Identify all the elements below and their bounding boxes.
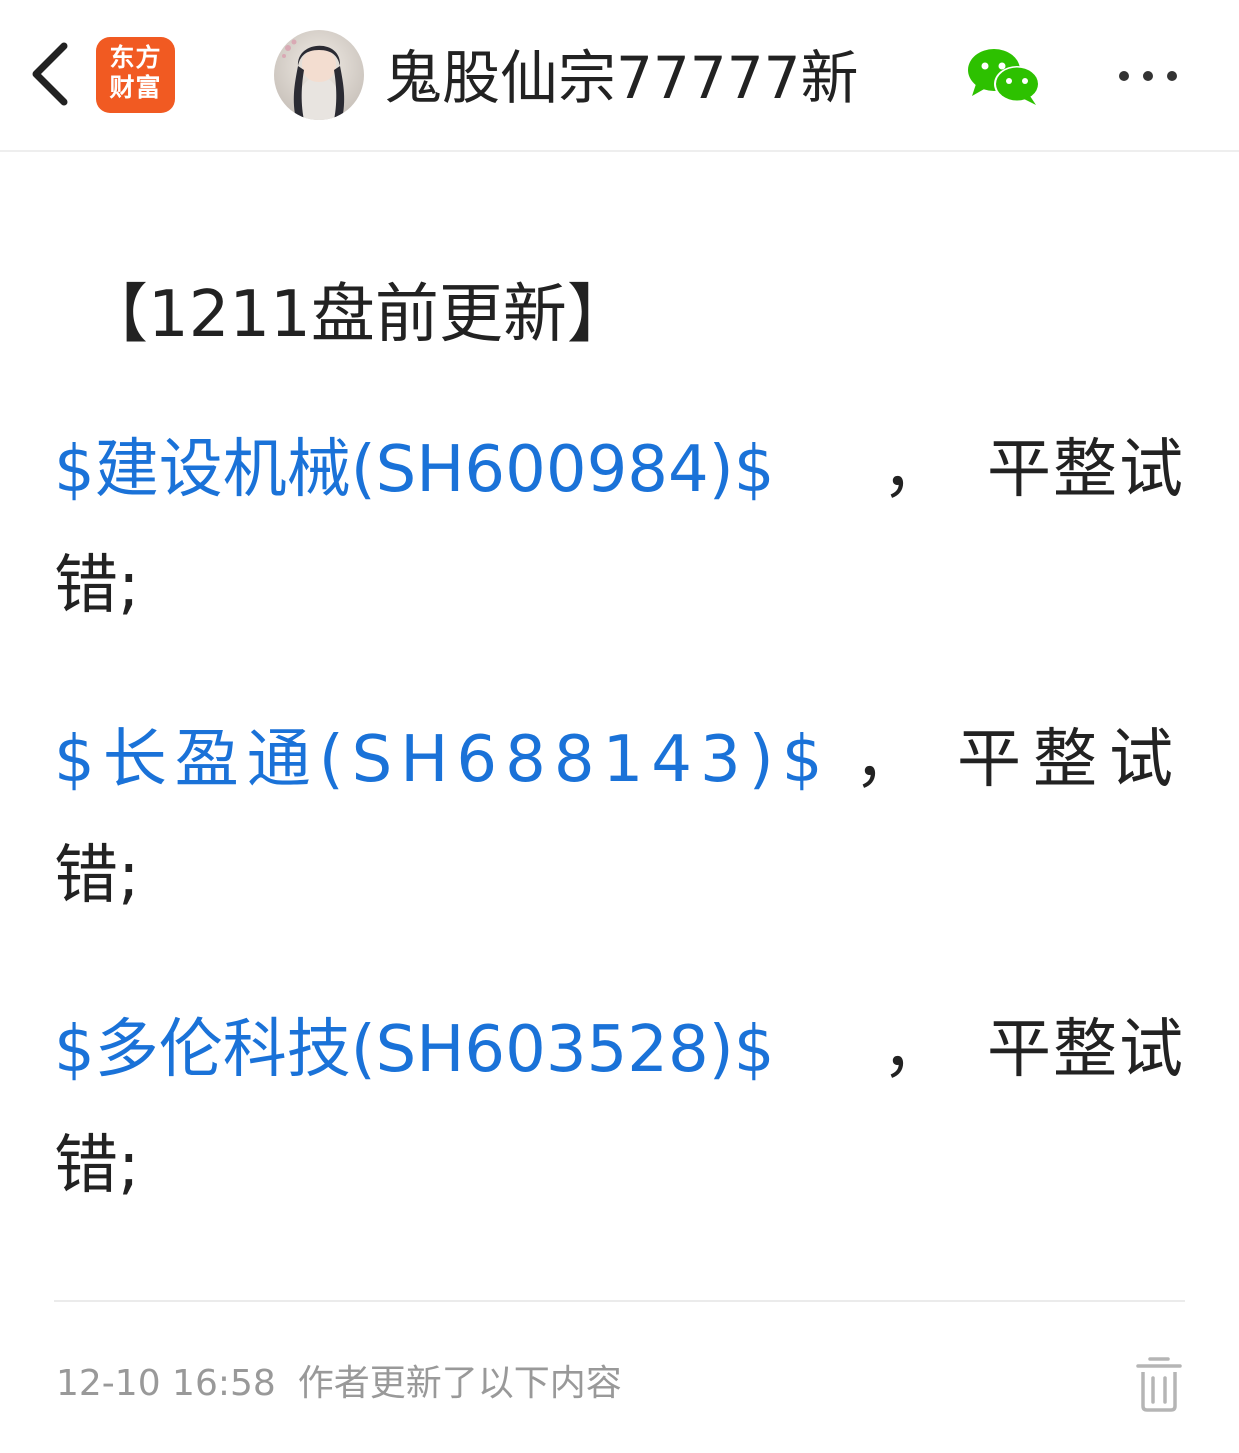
wechat-share-button[interactable]: [964, 44, 1044, 106]
eastmoney-logo: 东方 财富: [96, 37, 175, 113]
logo-line2: 财富: [109, 73, 162, 102]
stock-comment: 平整试: [987, 1013, 1185, 1087]
post-title: 【1211盘前更新】: [84, 278, 631, 352]
divider: [54, 1300, 1185, 1302]
stock-paragraph: $建设机械(SH600984)$ ， 平整试 错;: [54, 410, 1185, 700]
stock-comma: ，: [882, 433, 946, 507]
logo-line1: 东方: [109, 43, 162, 72]
update-timestamp: 12-10 16:58: [56, 1363, 276, 1404]
trash-icon: [1136, 1357, 1182, 1412]
stock-link[interactable]: $建设机械(SH600984)$: [54, 433, 774, 507]
top-navigation-bar: 东方 财富 鬼股仙宗77777新: [0, 0, 1239, 152]
stock-comment: 平整试: [987, 433, 1185, 507]
stock-paragraph: $多伦科技(SH603528)$ ， 平整试 错;: [54, 990, 1185, 1280]
more-options-button[interactable]: [1108, 56, 1188, 96]
stock-comment-tail: 错;: [54, 839, 140, 913]
stock-comma: ，: [854, 723, 918, 797]
author-name[interactable]: 鬼股仙宗77777新: [384, 38, 859, 118]
update-meta: 12-10 16:58 作者更新了以下内容: [56, 1356, 622, 1412]
avatar-image: [274, 30, 364, 120]
stock-link[interactable]: $长盈通(SH688143)$: [54, 723, 830, 797]
stock-comment: 平整试: [957, 723, 1185, 797]
stock-comment-tail: 错;: [54, 549, 140, 623]
back-button[interactable]: [24, 38, 78, 110]
author-avatar[interactable]: [274, 30, 364, 120]
stock-link[interactable]: $多伦科技(SH603528)$: [54, 1013, 774, 1087]
wechat-icon: [968, 49, 1040, 105]
stock-comment-tail: 错;: [54, 1129, 140, 1203]
update-note: 作者更新了以下内容: [297, 1363, 622, 1404]
more-dots-icon: [1119, 71, 1177, 81]
delete-button[interactable]: [1132, 1354, 1186, 1414]
chevron-left-icon: [32, 42, 68, 106]
stock-comma: ，: [882, 1013, 946, 1087]
stock-paragraph: $长盈通(SH688143)$ ， 平整试 错;: [54, 700, 1185, 990]
post-content: 【1211盘前更新】 $建设机械(SH600984)$ ， 平整试 错; $长盈…: [54, 240, 1185, 1280]
